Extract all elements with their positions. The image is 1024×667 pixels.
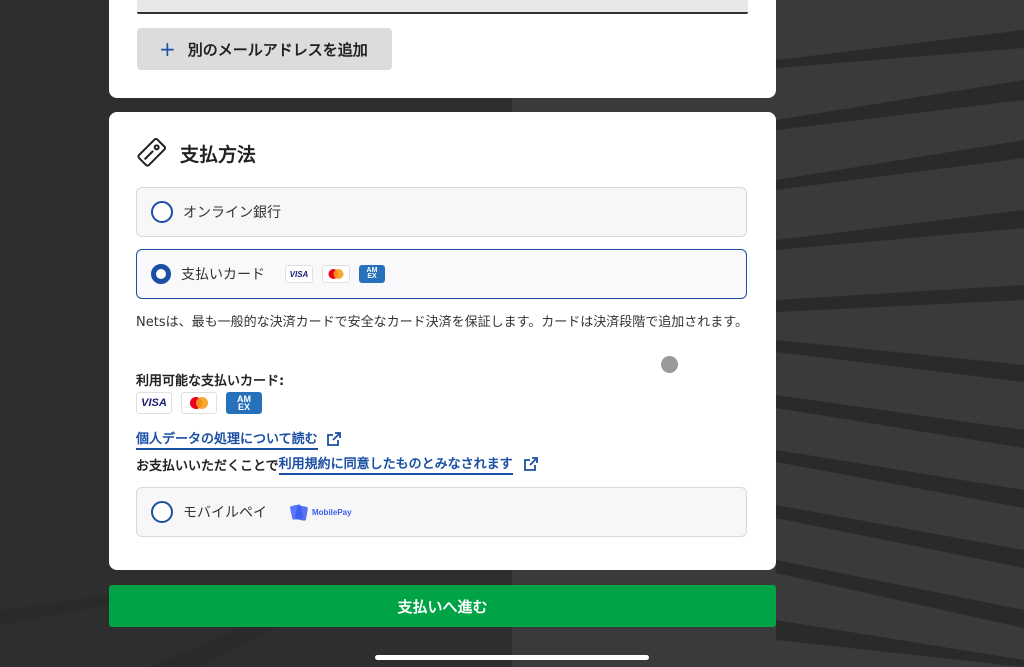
external-link-icon[interactable] [326,431,342,447]
option-payment-card-label: 支払いカード [181,267,265,283]
amex-logo: AM EX [359,265,385,283]
mobilepay-logo: MobilePay [289,502,352,522]
mastercard-logo-large [181,392,217,414]
terms-row: お支払いいただくことで 利用規約に同意したものとみなされます [136,453,539,475]
terms-link[interactable]: 利用規約に同意したものとみなされます [278,453,513,475]
plus-icon: + [159,37,176,61]
amex-logo-large: AM EX [226,392,262,414]
add-email-button[interactable]: + 別のメールアドレスを追加 [137,28,392,70]
mastercard-logo [322,265,350,283]
option-online-bank[interactable]: オンライン銀行 [136,187,747,237]
mobilepay-icon [290,504,308,521]
payment-card: 支払方法 オンライン銀行 支払いカード VISA AM EX Netsは、最も一般… [109,112,776,570]
radio-mobilepay[interactable] [151,501,173,523]
option-mobilepay[interactable]: モバイルペイ MobilePay [136,487,747,537]
option-payment-card[interactable]: 支払いカード VISA AM EX [136,249,747,299]
available-cards-title: 利用可能な支払いカード: [136,374,285,389]
email-input[interactable] [137,0,748,14]
privacy-row: 個人データの処理について読む [136,428,342,450]
touch-cursor [661,356,678,373]
email-card: + 別のメールアドレスを追加 [109,0,776,98]
payment-title: 支払方法 [180,143,257,166]
terms-prefix: お支払いいただくことで [136,458,279,474]
add-email-label: 別のメールアドレスを追加 [187,40,368,59]
home-indicator[interactable] [375,655,649,660]
option-online-bank-label: オンライン銀行 [183,205,281,221]
visa-logo: VISA [285,265,313,283]
radio-online-bank[interactable] [151,201,173,223]
external-link-icon[interactable] [523,456,539,472]
payment-description: Netsは、最も一般的な決済カードで安全なカード決済を保証します。カードは決済段… [136,315,748,330]
visa-logo-large: VISA [136,392,172,414]
proceed-to-payment-button[interactable]: 支払いへ進む [109,585,776,627]
radio-payment-card[interactable] [151,264,171,284]
option-mobilepay-label: モバイルペイ [183,505,267,521]
tag-icon [137,138,166,167]
available-cards-logos: VISA AM EX [136,392,262,414]
payment-header: 支払方法 [136,138,256,168]
privacy-link[interactable]: 個人データの処理について読む [136,428,318,450]
